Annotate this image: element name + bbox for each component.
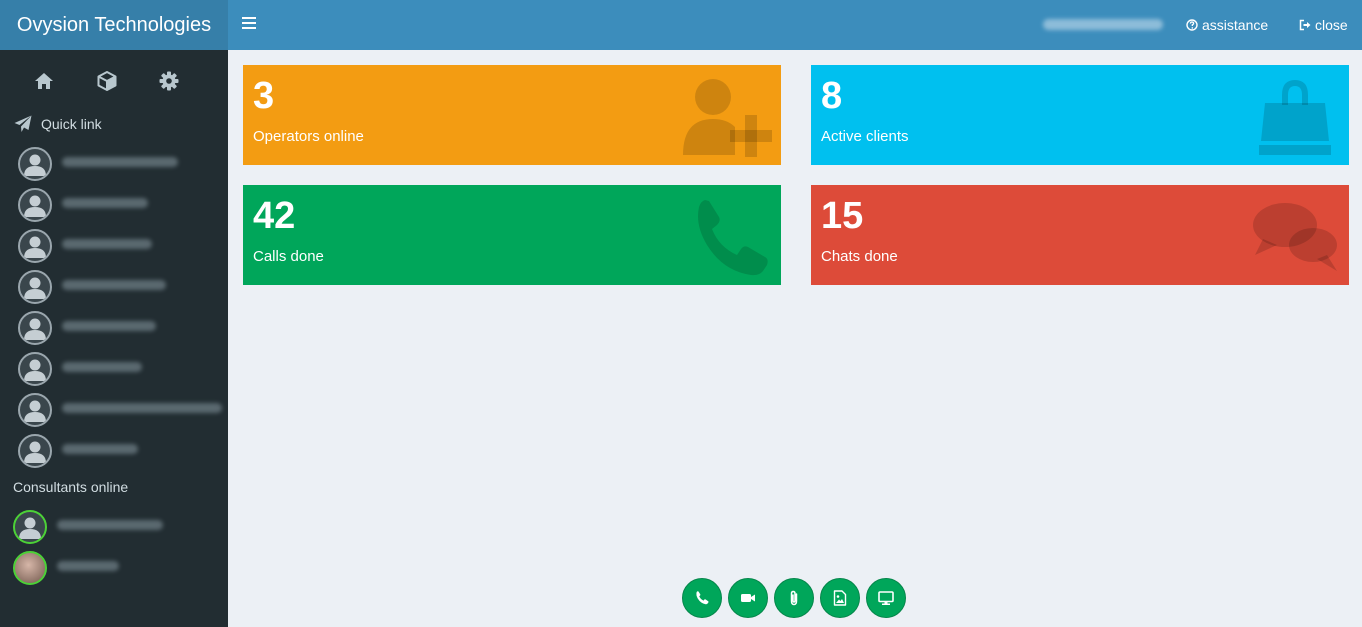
close-label: close	[1315, 17, 1348, 33]
phone-call-button[interactable]	[682, 578, 722, 618]
phone-icon	[681, 195, 773, 277]
paperclip-icon	[790, 590, 798, 606]
stat-value: 15	[821, 195, 864, 237]
stat-label: Operators online	[253, 128, 364, 145]
avatar	[18, 229, 52, 263]
avatar	[18, 352, 52, 386]
sign-out-icon	[1299, 19, 1311, 31]
stat-value: 3	[253, 75, 275, 117]
avatar	[18, 188, 52, 222]
consultants-online-label: Consultants online	[13, 479, 129, 495]
contact-item[interactable]	[18, 229, 223, 265]
close-link[interactable]: close	[1299, 17, 1348, 33]
stat-label: Chats done	[821, 248, 898, 265]
user-plus-icon	[681, 75, 773, 157]
home-icon[interactable]	[33, 70, 55, 92]
contact-name-redacted	[62, 198, 148, 208]
avatar	[18, 147, 52, 181]
phone-call-icon	[696, 591, 709, 605]
paper-plane-icon	[14, 115, 32, 132]
video-icon	[741, 594, 755, 602]
screen-share-icon	[878, 591, 894, 605]
avatar	[18, 434, 52, 468]
screen-share-button[interactable]	[866, 578, 906, 618]
contact-name-redacted	[62, 444, 138, 454]
contact-item[interactable]	[18, 270, 223, 306]
contact-name-redacted	[62, 157, 178, 167]
quick-link-label: Quick link	[41, 116, 102, 132]
consultant-item[interactable]	[13, 551, 218, 587]
call-actions-dock	[682, 578, 906, 618]
video-call-button[interactable]	[728, 578, 768, 618]
quick-link-header: Quick link	[13, 114, 102, 134]
contact-item[interactable]	[18, 311, 223, 347]
shopping-bag-icon	[1249, 75, 1341, 157]
stat-value: 8	[821, 75, 843, 117]
assistance-link[interactable]: assistance	[1186, 17, 1268, 33]
avatar	[18, 311, 52, 345]
gear-icon[interactable]	[158, 70, 180, 92]
contact-item[interactable]	[18, 188, 223, 224]
stat-operators-online: 3 Operators online	[243, 65, 781, 165]
stat-chats-done: 15 Chats done	[811, 185, 1349, 285]
avatar	[18, 393, 52, 427]
stat-calls-done: 42 Calls done	[243, 185, 781, 285]
stat-value: 42	[253, 195, 296, 237]
consultant-name-redacted	[57, 561, 119, 571]
contact-item[interactable]	[18, 393, 223, 429]
contact-item[interactable]	[18, 147, 223, 183]
contact-name-redacted	[62, 321, 156, 331]
menu-toggle-icon[interactable]	[242, 17, 256, 33]
assistance-label: assistance	[1202, 17, 1269, 33]
send-image-button[interactable]	[820, 578, 860, 618]
contact-name-redacted	[62, 362, 142, 372]
contact-item[interactable]	[18, 352, 223, 388]
attach-file-button[interactable]	[774, 578, 814, 618]
contact-name-redacted	[62, 403, 222, 413]
stat-active-clients: 8 Active clients	[811, 65, 1349, 165]
avatar	[18, 270, 52, 304]
stat-label: Calls done	[253, 248, 324, 265]
image-file-icon	[833, 590, 847, 606]
comments-icon	[1249, 195, 1341, 277]
contact-name-redacted	[62, 280, 166, 290]
app-logo[interactable]: Ovysion Technologies	[0, 0, 228, 50]
contact-item[interactable]	[18, 434, 223, 470]
sidebar-nav-icons	[0, 70, 228, 92]
top-navbar: assistance close	[228, 0, 1362, 50]
sidebar: Quick link Consultants online	[0, 50, 228, 627]
consultant-item[interactable]	[13, 510, 218, 546]
question-circle-icon	[1186, 19, 1198, 31]
user-name-redacted[interactable]	[1043, 19, 1163, 30]
consultants-header: Consultants online	[13, 479, 128, 495]
contact-name-redacted	[62, 239, 152, 249]
stat-label: Active clients	[821, 128, 909, 145]
avatar	[13, 510, 47, 544]
avatar-photo	[13, 551, 47, 585]
consultant-name-redacted	[57, 520, 163, 530]
cube-icon[interactable]	[96, 70, 118, 92]
